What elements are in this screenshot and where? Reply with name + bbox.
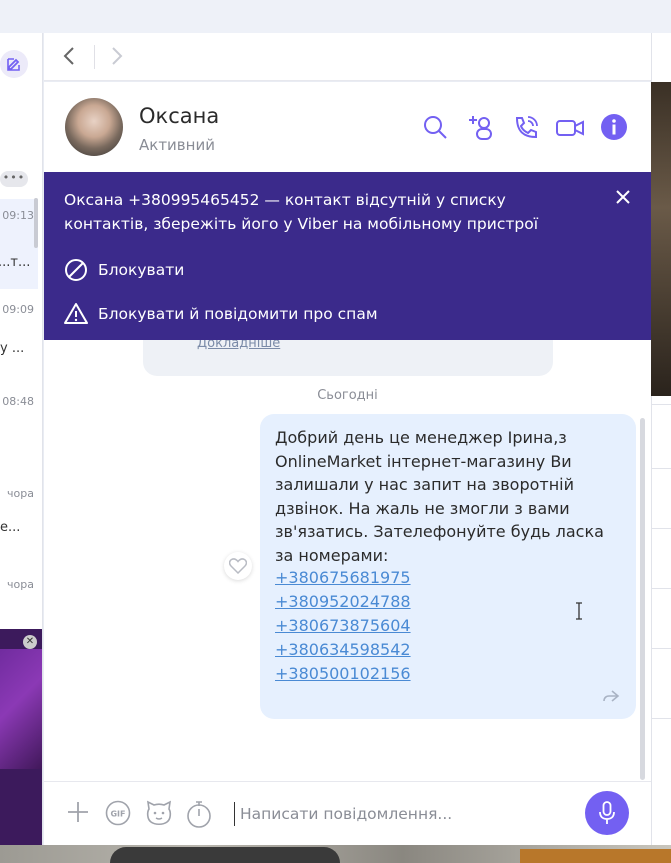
- compose-button[interactable]: [0, 50, 28, 78]
- forward-message-icon[interactable]: [602, 688, 620, 707]
- background-object: [520, 849, 671, 863]
- chat-preview: ...т...: [0, 255, 31, 270]
- divider: [651, 468, 671, 469]
- phone-link[interactable]: +380952024788: [275, 592, 411, 611]
- block-report-label: Блокувати й повідомити про спам: [98, 305, 378, 323]
- info-icon[interactable]: [600, 113, 630, 143]
- chat-time: 09:09: [2, 303, 34, 316]
- background-image: [0, 845, 671, 863]
- chat-preview: у ...: [0, 341, 25, 356]
- divider: [651, 528, 671, 529]
- block-icon: [65, 259, 87, 281]
- ad-close-icon[interactable]: ✕: [23, 635, 37, 649]
- phone-link[interactable]: +380634598542: [275, 640, 411, 659]
- divider: [651, 404, 671, 405]
- microphone-icon: [599, 801, 615, 824]
- chat-list-item[interactable]: 08:48: [0, 385, 38, 475]
- phone-link[interactable]: +380675681975: [275, 568, 411, 587]
- chat-list-item[interactable]: 09:09 у ...: [0, 293, 38, 383]
- previous-message-bubble: Докладніше: [143, 336, 553, 376]
- background-object: [110, 847, 340, 863]
- back-arrow-icon[interactable]: [62, 45, 76, 72]
- timer-icon[interactable]: [185, 800, 213, 832]
- microphone-button[interactable]: [585, 791, 629, 835]
- phone-link[interactable]: +380500102156: [275, 664, 411, 683]
- navigation-bar: [44, 33, 651, 81]
- chat-list-item[interactable]: 09:13 ...т...: [0, 199, 38, 289]
- chat-list-scrollbar[interactable]: [34, 198, 38, 248]
- phone-link[interactable]: +380673875604: [275, 616, 411, 635]
- call-icon[interactable]: [511, 113, 541, 143]
- block-label: Блокувати: [98, 261, 185, 279]
- ad-banner[interactable]: ✕: [0, 629, 42, 845]
- message-input[interactable]: Написати повідомлення...: [234, 802, 574, 826]
- date-separator: Сьогодні: [317, 388, 378, 403]
- divider: [651, 648, 671, 649]
- message-bubble[interactable]: Добрий день це менеджер Ірина,з OnlineMa…: [260, 414, 636, 719]
- chat-time: 09:13: [2, 209, 34, 222]
- conversation-panel: Оксана Активний Докладніше Оксана +38099…: [44, 82, 651, 845]
- unknown-contact-banner: Оксана +380995465452 — контакт відсутній…: [44, 172, 651, 340]
- chat-time: чора: [7, 487, 34, 500]
- contact-name[interactable]: Оксана: [139, 104, 219, 128]
- conversation-header: Оксана Активний: [44, 82, 651, 172]
- add-participant-icon[interactable]: [466, 113, 496, 143]
- right-edge-image: [651, 82, 671, 396]
- forward-arrow-icon[interactable]: [110, 45, 124, 72]
- block-button[interactable]: Блокувати: [64, 258, 184, 282]
- contact-status: Активний: [139, 136, 215, 154]
- sticker-icon[interactable]: [145, 800, 173, 830]
- ad-image: [0, 649, 42, 769]
- message-composer: GIF Написати повідомлення...: [44, 781, 651, 845]
- window-top-bar: [0, 0, 671, 33]
- conversation-scrollbar[interactable]: [640, 418, 645, 780]
- heart-icon[interactable]: [224, 552, 252, 580]
- video-call-icon[interactable]: [555, 113, 585, 143]
- avatar[interactable]: [65, 98, 123, 156]
- divider: [651, 718, 671, 719]
- chat-list-item[interactable]: чора е...: [0, 477, 38, 567]
- close-icon[interactable]: [615, 186, 631, 210]
- banner-message: Оксана +380995465452 — контакт відсутній…: [64, 191, 538, 233]
- warning-icon: [64, 303, 88, 324]
- chat-time: 08:48: [2, 395, 34, 408]
- text-cursor-icon: [574, 602, 584, 624]
- more-options-button[interactable]: •••: [0, 171, 28, 187]
- chat-preview: е...: [0, 520, 21, 535]
- svg-text:GIF: GIF: [110, 810, 125, 819]
- chat-list-pane: ••• 09:13 ...т... 09:09 у ... 08:48 чора…: [0, 33, 43, 845]
- plus-icon[interactable]: [66, 800, 90, 828]
- block-report-button[interactable]: Блокувати й повідомити про спам: [64, 302, 378, 326]
- compose-icon: [7, 58, 20, 71]
- search-icon[interactable]: [421, 113, 451, 143]
- nav-divider: [94, 45, 95, 69]
- chat-time: чора: [7, 578, 34, 591]
- divider: [651, 588, 671, 589]
- message-text: Добрий день це менеджер Ірина,з OnlineMa…: [275, 428, 604, 565]
- gif-icon[interactable]: GIF: [105, 800, 131, 830]
